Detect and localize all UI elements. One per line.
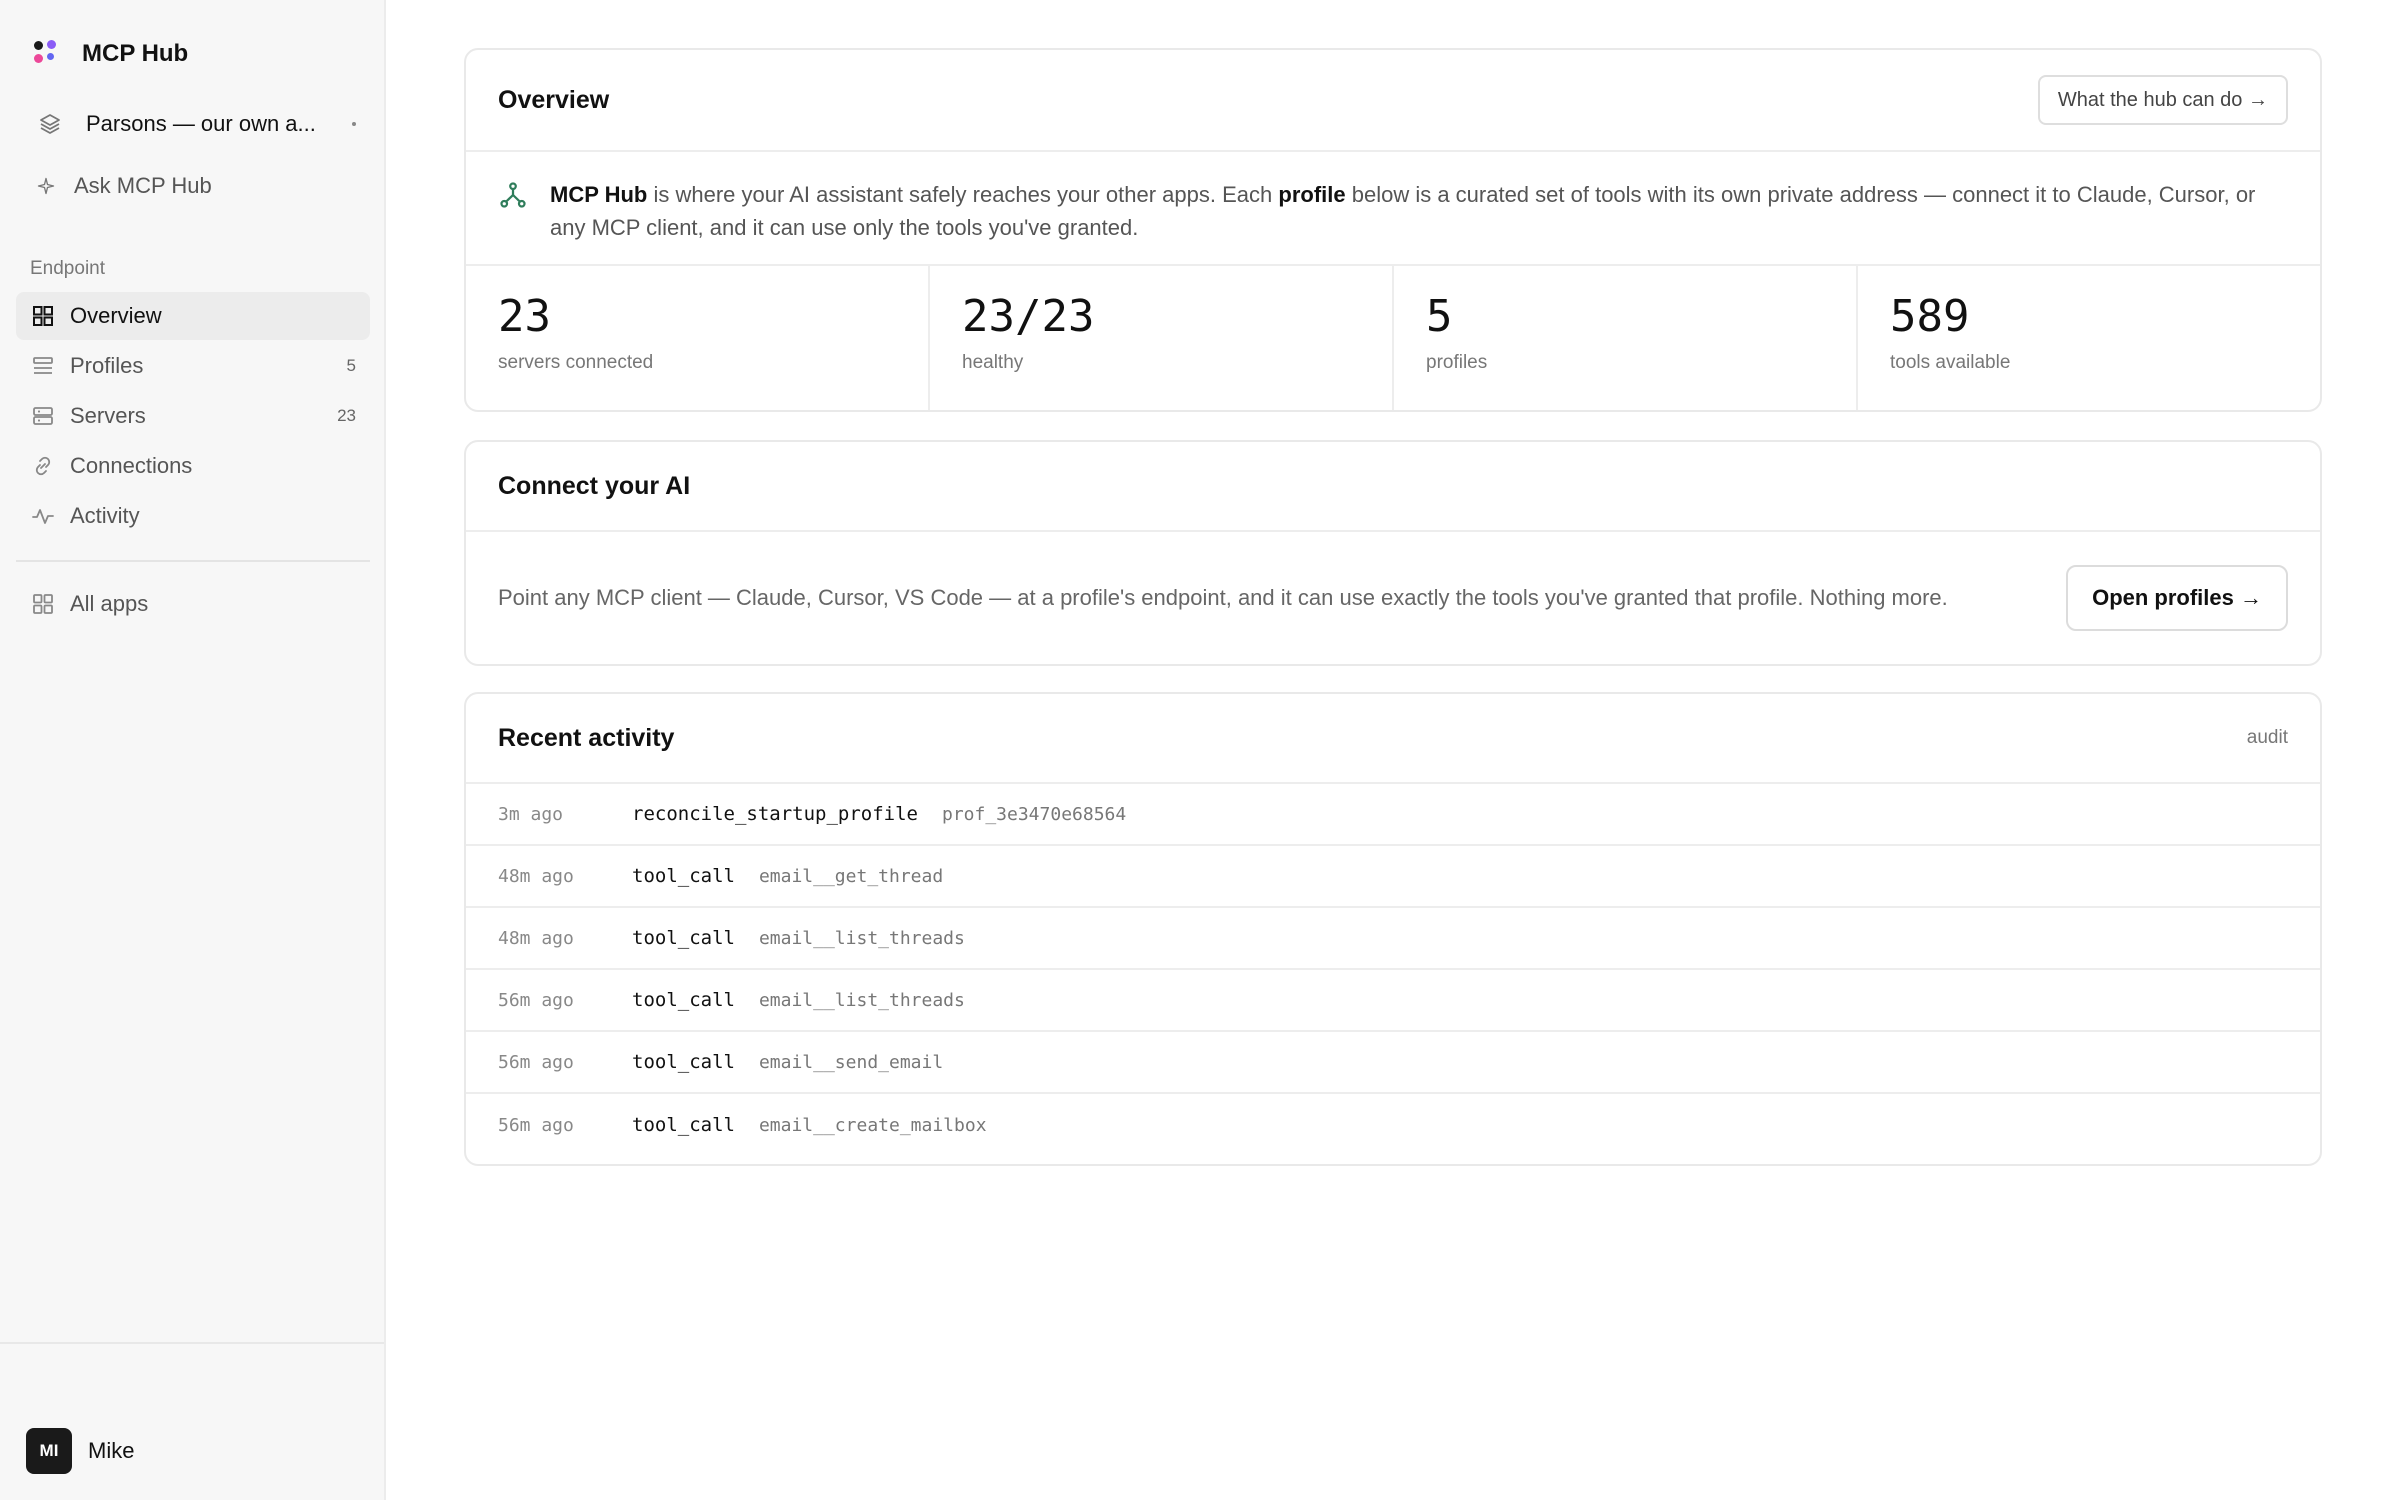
sidebar-item-profiles[interactable]: Profiles 5	[16, 342, 370, 390]
overview-header: Overview What the hub can do →	[466, 50, 2320, 152]
profiles-count-badge: 5	[346, 356, 356, 375]
server-icon	[30, 403, 56, 429]
activity-target: email__get_thread	[758, 865, 944, 887]
avatar: MI	[26, 1428, 72, 1474]
activity-action: reconcile_startup_profile	[632, 803, 918, 825]
intro-brand: MCP Hub	[550, 182, 648, 207]
activity-target: email__create_mailbox	[758, 1114, 987, 1136]
audit-link[interactable]: audit	[2247, 727, 2288, 749]
apps-grid-icon	[30, 591, 56, 617]
activity-row[interactable]: 56m ago tool_call email__send_email	[466, 1032, 2320, 1094]
sparkle-icon	[32, 172, 60, 200]
activity-pulse-icon	[30, 503, 56, 529]
section-label-endpoint: Endpoint	[30, 258, 106, 279]
sidebar-item-label: Connections	[70, 453, 193, 478]
stat-label: tools available	[1890, 352, 2011, 373]
activity-row[interactable]: 56m ago tool_call email__list_threads	[466, 970, 2320, 1032]
activity-target: email__list_threads	[758, 989, 965, 1011]
servers-count-badge: 23	[337, 406, 356, 425]
stat-value: 23	[498, 291, 551, 342]
layers-icon	[36, 110, 64, 138]
activity-time: 56m ago	[498, 1051, 574, 1073]
sidebar: MCP Hub Parsons — our own a... Ask MCP H…	[0, 0, 386, 1500]
activity-card: Recent activity audit 3m ago reconcile_s…	[464, 692, 2322, 1166]
activity-row[interactable]: 3m ago reconcile_startup_profile prof_3e…	[466, 784, 2320, 846]
activity-time: 48m ago	[498, 927, 574, 949]
activity-time: 56m ago	[498, 989, 574, 1011]
brand-name: MCP Hub	[82, 40, 189, 67]
stat-label: servers connected	[498, 352, 654, 373]
connect-header: Connect your AI	[466, 442, 2320, 532]
main-content: Overview What the hub can do → MCP Hub i…	[386, 0, 2400, 1500]
stat-servers-connected: 23 servers connected	[466, 266, 930, 410]
activity-target: email__send_email	[758, 1051, 944, 1073]
overview-title: Overview	[498, 85, 610, 114]
activity-action: tool_call	[632, 989, 735, 1011]
grid-icon	[30, 303, 56, 329]
workspace-name: Parsons — our own a...	[86, 111, 316, 136]
sidebar-item-label: All apps	[70, 591, 149, 616]
stat-value: 5	[1426, 291, 1453, 342]
activity-list: 3m ago reconcile_startup_profile prof_3e…	[466, 784, 2320, 1156]
stat-label: profiles	[1426, 352, 1488, 373]
activity-action: tool_call	[632, 865, 735, 887]
connect-description: Point any MCP client — Claude, Cursor, V…	[498, 585, 1948, 610]
brand-logo-icon	[32, 39, 62, 69]
stat-label: healthy	[962, 352, 1024, 373]
stat-healthy: 23/23 healthy	[930, 266, 1394, 410]
activity-action: tool_call	[632, 927, 735, 949]
sidebar-item-label: Profiles	[70, 353, 144, 378]
activity-target: prof_3e3470e68564	[941, 803, 1127, 825]
activity-time: 3m ago	[498, 803, 564, 825]
connect-title: Connect your AI	[498, 471, 691, 500]
user-name: Mike	[88, 1438, 135, 1463]
activity-time: 48m ago	[498, 865, 574, 887]
activity-target: email__list_threads	[758, 927, 965, 949]
stat-profiles: 5 profiles	[1394, 266, 1858, 410]
stat-value: 589	[1890, 291, 1970, 342]
activity-header: Recent activity audit	[466, 694, 2320, 784]
sidebar-item-servers[interactable]: Servers 23	[16, 392, 370, 440]
activity-title: Recent activity	[498, 723, 675, 752]
what-hub-can-do-button[interactable]: What the hub can do →	[2037, 75, 2288, 125]
connect-body: Point any MCP client — Claude, Cursor, V…	[466, 532, 2320, 664]
activity-action: tool_call	[632, 1051, 735, 1073]
user-menu[interactable]: MI Mike	[26, 1428, 134, 1474]
activity-time: 56m ago	[498, 1114, 574, 1136]
intro-profile-word: profile	[1278, 182, 1346, 207]
overview-intro-text: MCP Hub is where your AI assistant safel…	[550, 178, 2288, 264]
connect-card: Connect your AI Point any MCP client — C…	[464, 440, 2322, 666]
sidebar-footer: MI Mike	[0, 1342, 384, 1500]
stats-row: 23 servers connected 23/23 healthy 5 pro…	[466, 266, 2320, 410]
stat-tools-available: 589 tools available	[1858, 266, 2320, 410]
activity-row[interactable]: 48m ago tool_call email__get_thread	[466, 846, 2320, 908]
intro-part1: is where your AI assistant safely reache…	[647, 182, 1279, 207]
sidebar-item-label: Servers	[70, 403, 146, 428]
ask-mcp-hub-button[interactable]: Ask MCP Hub	[32, 166, 212, 206]
sidebar-item-activity[interactable]: Activity	[16, 492, 370, 540]
app-root: MCP Hub Parsons — our own a... Ask MCP H…	[0, 0, 2400, 1500]
layers-list-icon	[30, 353, 56, 379]
ask-label: Ask MCP Hub	[74, 173, 212, 198]
nav-divider	[16, 560, 370, 562]
activity-row[interactable]: 56m ago tool_call email__create_mailbox	[466, 1094, 2320, 1156]
sidebar-item-label: Overview	[70, 303, 162, 328]
activity-action: tool_call	[632, 1114, 735, 1136]
open-profiles-button[interactable]: Open profiles →	[2066, 565, 2288, 631]
link-icon	[30, 453, 56, 479]
activity-row[interactable]: 48m ago tool_call email__list_threads	[466, 908, 2320, 970]
brand[interactable]: MCP Hub	[32, 36, 188, 72]
sidebar-item-overview[interactable]: Overview	[16, 292, 370, 340]
workspace-switcher[interactable]: Parsons — our own a...	[32, 104, 364, 144]
sidebar-item-all-apps[interactable]: All apps	[16, 580, 370, 628]
overview-card: Overview What the hub can do → MCP Hub i…	[464, 48, 2322, 412]
workspace-caret-icon	[352, 122, 356, 126]
sidebar-item-label: Activity	[70, 503, 140, 528]
sidebar-nav: Overview Profiles 5 Servers 23 Connectio…	[16, 292, 370, 542]
sidebar-bottom-nav: All apps	[16, 580, 370, 630]
overview-intro: MCP Hub is where your AI assistant safel…	[466, 152, 2320, 266]
hub-network-icon	[498, 180, 530, 212]
stat-value: 23/23	[962, 291, 1095, 342]
sidebar-item-connections[interactable]: Connections	[16, 442, 370, 490]
